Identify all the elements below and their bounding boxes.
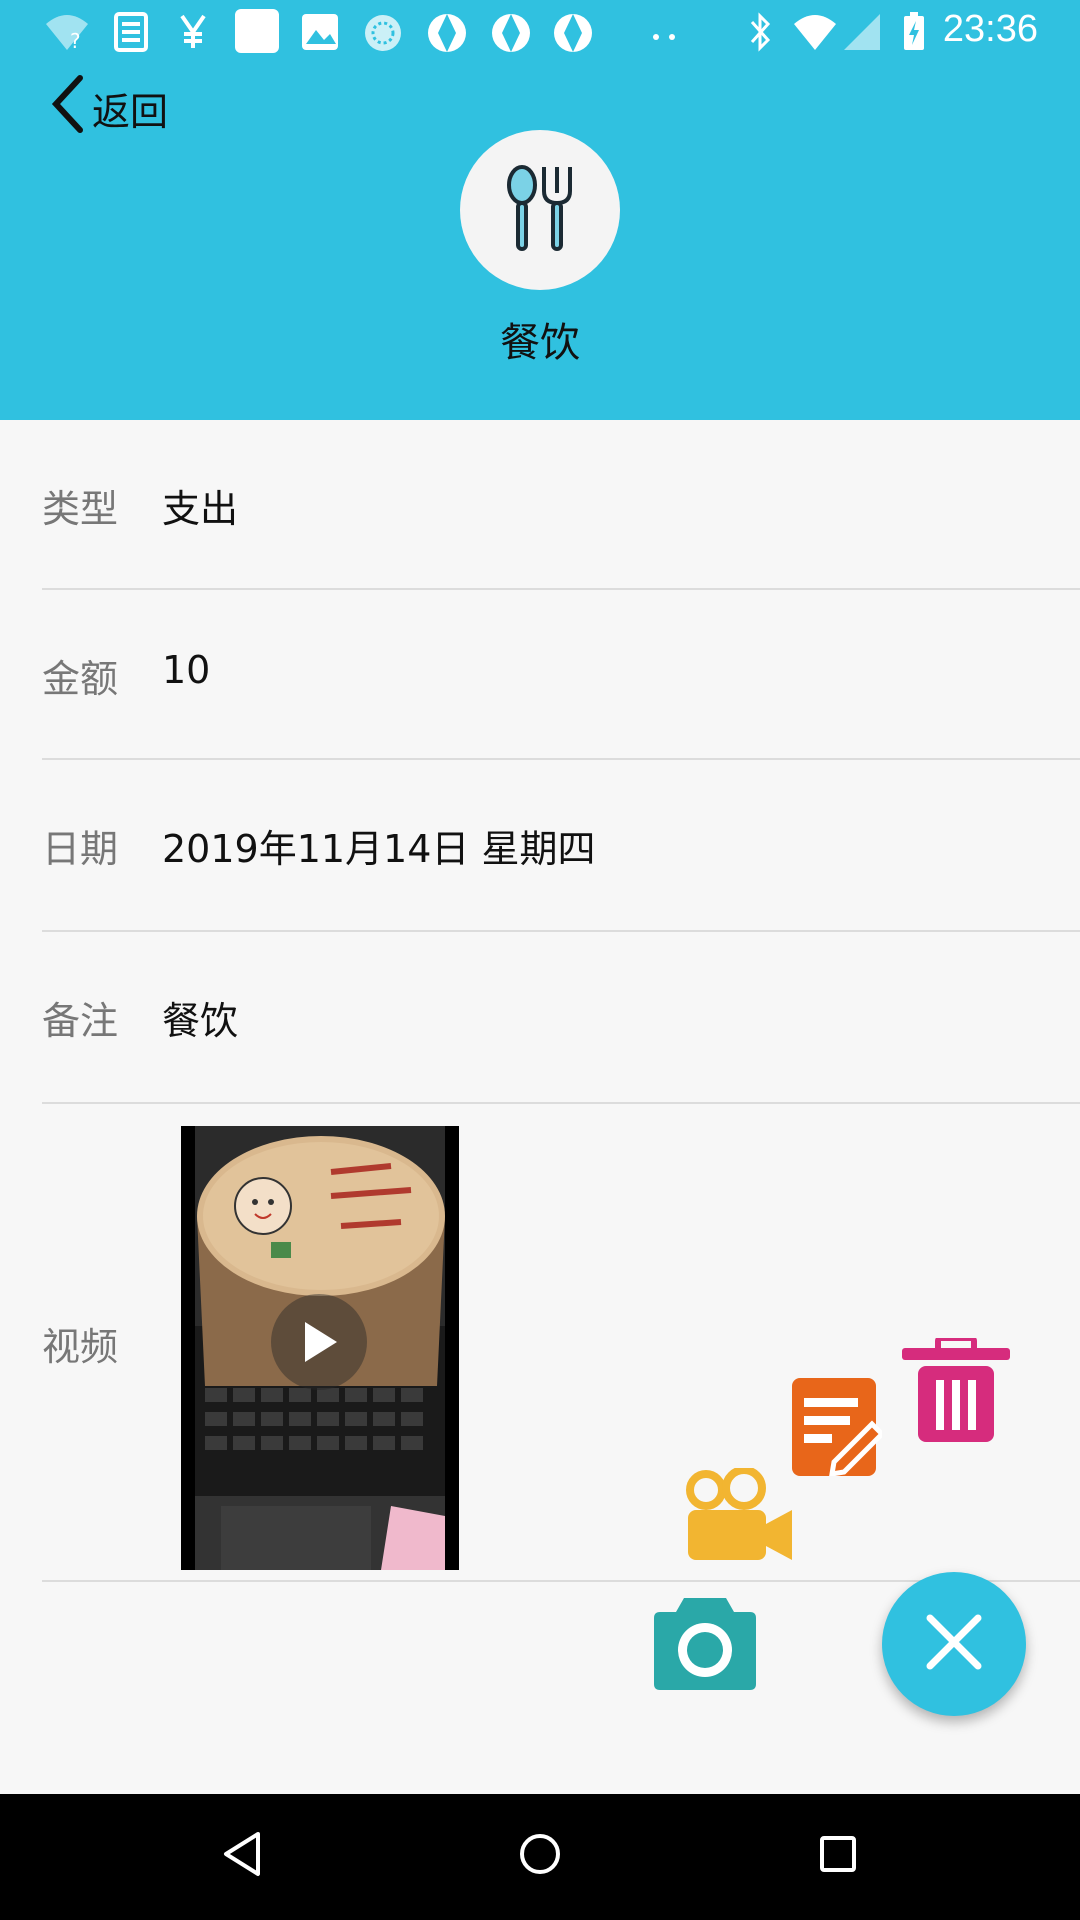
more-dots-icon (652, 26, 676, 45)
record-video-button[interactable] (686, 1466, 794, 1566)
yen-icon (178, 12, 208, 56)
video-label: 视频 (42, 1325, 119, 1369)
wifi-icon (792, 12, 838, 56)
detail-row-amount: 金额 10 (42, 590, 1080, 760)
date-label: 日期 (42, 827, 119, 871)
note-label: 备注 (42, 999, 119, 1043)
delete-button[interactable] (902, 1335, 1010, 1450)
loading-icon (362, 12, 404, 58)
detail-row-type: 类型 支出 (42, 420, 1080, 590)
chevron-left-icon (48, 74, 92, 143)
image-icon (300, 12, 340, 56)
type-label: 类型 (42, 487, 119, 531)
edit-icon (790, 1378, 886, 1480)
note-value: 餐饮 (162, 999, 239, 1043)
battery-icon (902, 12, 926, 56)
delete-icon (902, 1335, 1010, 1450)
detail-row-date: 日期 2019年11月14日 星期四 (42, 760, 1080, 932)
back-label: 返回 (92, 89, 169, 134)
close-menu-button[interactable] (882, 1572, 1026, 1716)
close-icon (924, 1612, 984, 1676)
amount-label: 金额 (42, 657, 119, 701)
svg-text:?: ? (70, 29, 81, 52)
video-thumbnail[interactable] (181, 1126, 459, 1570)
camera-button[interactable] (654, 1598, 756, 1694)
status-bar: ? 23:36 (0, 0, 1080, 64)
category-avatar (460, 130, 620, 290)
wifi-question-icon: ? (44, 12, 90, 56)
edit-button[interactable] (790, 1376, 886, 1480)
back-triangle-icon[interactable] (222, 1830, 262, 1882)
date-value: 2019年11月14日 星期四 (162, 827, 596, 871)
video-camera-icon (686, 1466, 794, 1566)
type-value: 支出 (162, 487, 239, 531)
bluetooth-icon (748, 12, 772, 56)
app-icon (426, 12, 468, 58)
cutlery-icon (500, 163, 580, 257)
recents-square-icon[interactable] (818, 1830, 858, 1882)
amount-value: 10 (162, 648, 211, 692)
status-time: 23:36 (942, 8, 1038, 50)
navigation-bar (0, 1794, 1080, 1920)
play-icon[interactable] (271, 1294, 367, 1390)
home-circle-icon[interactable] (518, 1830, 562, 1882)
news-icon (110, 12, 152, 56)
signal-icon (842, 12, 882, 56)
app-icon (552, 12, 594, 58)
app-icon (490, 12, 532, 58)
back-button[interactable]: 返回 (48, 74, 169, 143)
detail-row-note: 备注 餐饮 (42, 932, 1080, 1104)
square-icon (234, 8, 280, 58)
header: ? 23:36 返回 餐饮 (0, 0, 1080, 420)
category-title: 餐饮 (500, 320, 580, 366)
camera-icon (654, 1598, 756, 1694)
